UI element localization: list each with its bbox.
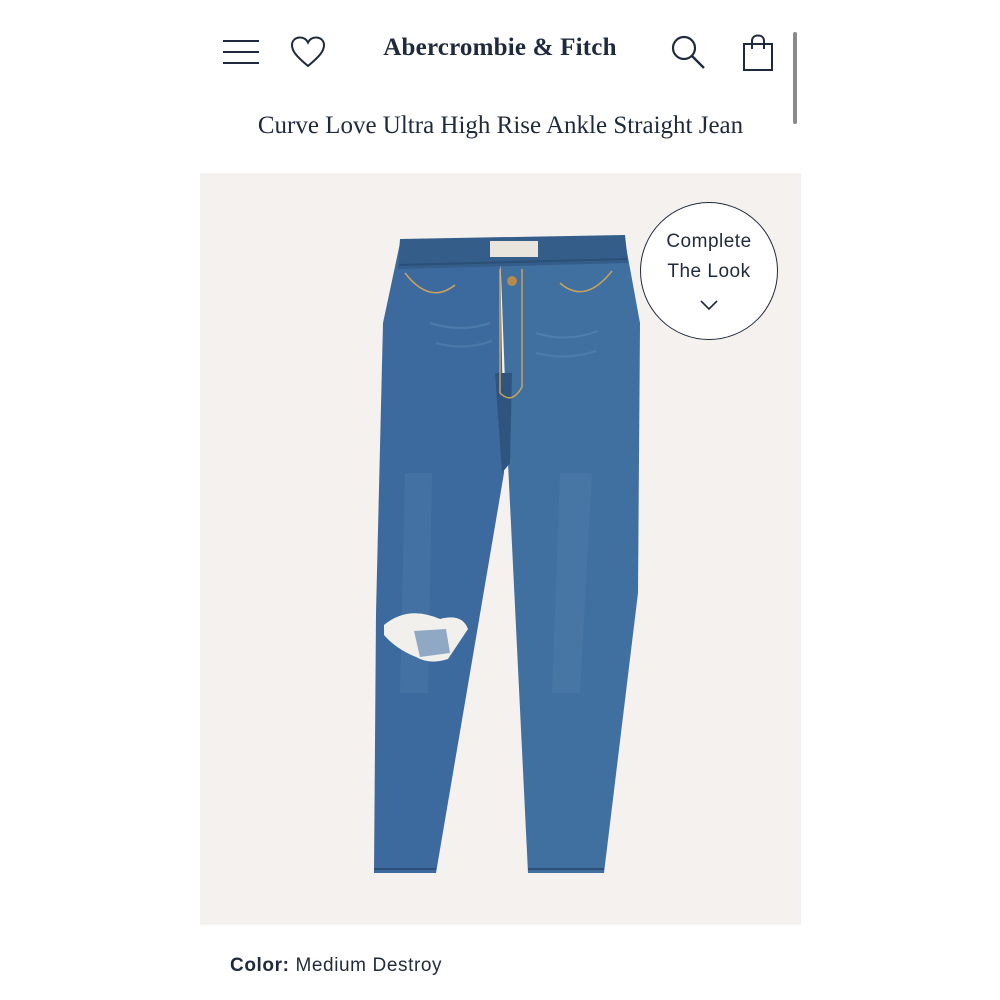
chevron-down-icon [700, 300, 718, 311]
complete-the-look-button[interactable]: Complete The Look [640, 202, 778, 340]
complete-the-look-line1: Complete [666, 231, 752, 252]
heart-icon[interactable] [288, 34, 328, 70]
search-icon[interactable] [668, 32, 708, 72]
site-header: Abercrombie & Fitch [200, 10, 801, 98]
color-value: Medium Destroy [295, 955, 443, 976]
color-label: Color: [230, 955, 290, 976]
complete-the-look-line2: The Look [667, 261, 751, 282]
color-selection: Color: Medium Destroy [230, 955, 442, 977]
product-title: Curve Love Ultra High Rise Ankle Straigh… [257, 112, 744, 139]
menu-icon[interactable] [220, 34, 262, 70]
brand-logo[interactable]: Abercrombie & Fitch [350, 34, 650, 62]
product-page: Abercrombie & Fitch Curve Love Ultra Hig… [200, 10, 801, 1000]
product-image[interactable]: Complete The Look [200, 173, 801, 925]
shopping-bag-icon[interactable] [738, 32, 778, 74]
